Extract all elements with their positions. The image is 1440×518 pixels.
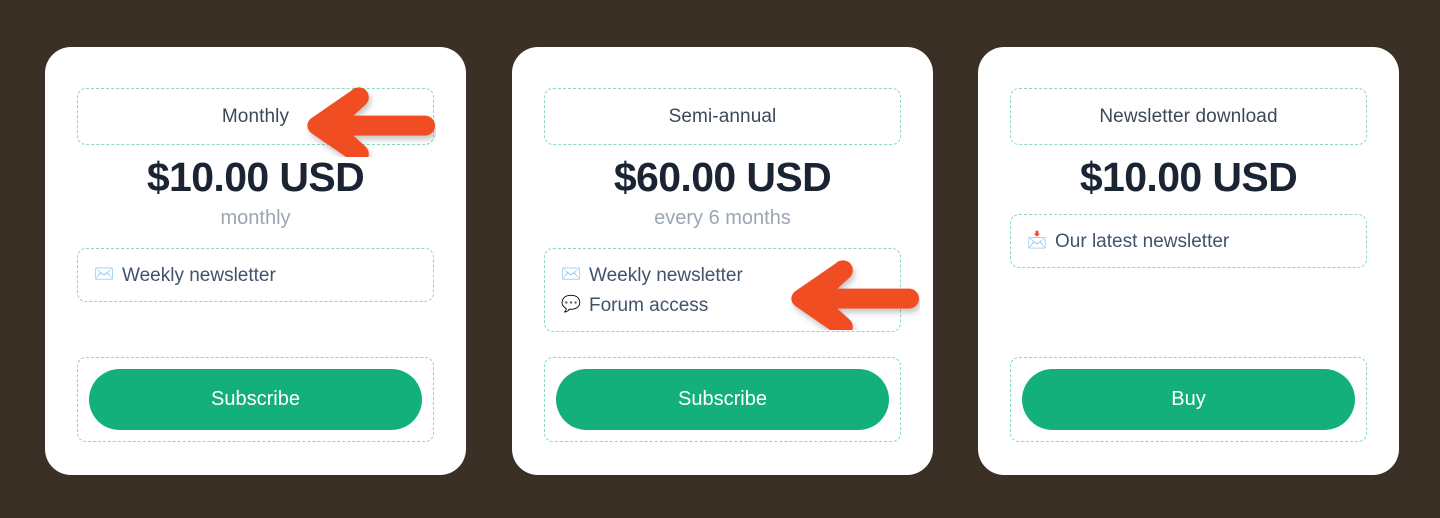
- plan-title: Newsletter download: [1099, 106, 1278, 127]
- envelope-icon: ✉️: [561, 266, 581, 283]
- plan-price: $10.00 USD: [1079, 153, 1298, 200]
- envelope-icon: ✉️: [94, 266, 114, 283]
- speech-balloon-icon: 💬: [561, 296, 581, 313]
- plan-title-box: Semi-annual: [544, 88, 901, 145]
- plan-title: Monthly: [221, 106, 290, 127]
- plan-price: $60.00 USD: [613, 153, 832, 200]
- pricing-card-semi-annual[interactable]: Semi-annual $60.00 USD every 6 months ✉️…: [512, 47, 933, 475]
- feature-label: Weekly newsletter: [589, 264, 743, 286]
- plan-period: monthly: [220, 207, 291, 229]
- plan-title-box: Newsletter download: [1010, 88, 1367, 145]
- cta-button-box: Buy: [1010, 357, 1367, 442]
- cta-button-box: Subscribe: [544, 357, 901, 442]
- plan-features-box: 📩 Our latest newsletter: [1010, 214, 1367, 268]
- plan-price: $10.00 USD: [146, 153, 365, 200]
- plan-features-box: ✉️ Weekly newsletter: [77, 248, 434, 302]
- list-item: ✉️ Weekly newsletter: [561, 260, 884, 290]
- plan-title: Semi-annual: [668, 106, 777, 127]
- pricing-card-monthly[interactable]: Monthly $10.00 USD monthly ✉️ Weekly new…: [45, 47, 466, 475]
- feature-label: Our latest newsletter: [1055, 230, 1230, 252]
- feature-label: Weekly newsletter: [122, 264, 276, 286]
- pricing-card-newsletter-download[interactable]: Newsletter download $10.00 USD 📩 Our lat…: [978, 47, 1399, 475]
- card-content: Monthly $10.00 USD monthly ✉️ Weekly new…: [77, 47, 434, 475]
- plan-title-box: Monthly: [77, 88, 434, 145]
- feature-label: Forum access: [589, 294, 709, 316]
- list-item: ✉️ Weekly newsletter: [94, 260, 417, 290]
- card-content: Semi-annual $60.00 USD every 6 months ✉️…: [544, 47, 901, 475]
- subscribe-button[interactable]: Subscribe: [89, 369, 422, 430]
- card-content: Newsletter download $10.00 USD 📩 Our lat…: [1010, 47, 1367, 475]
- pricing-cards-screen: Monthly $10.00 USD monthly ✉️ Weekly new…: [0, 0, 1440, 518]
- list-item: 💬 Forum access: [561, 290, 884, 320]
- buy-button[interactable]: Buy: [1022, 369, 1355, 430]
- list-item: 📩 Our latest newsletter: [1027, 226, 1350, 256]
- cta-button-box: Subscribe: [77, 357, 434, 442]
- incoming-envelope-icon: 📩: [1027, 232, 1047, 249]
- plan-period: every 6 months: [654, 207, 791, 229]
- subscribe-button[interactable]: Subscribe: [556, 369, 889, 430]
- plan-features-box: ✉️ Weekly newsletter 💬 Forum access: [544, 248, 901, 332]
